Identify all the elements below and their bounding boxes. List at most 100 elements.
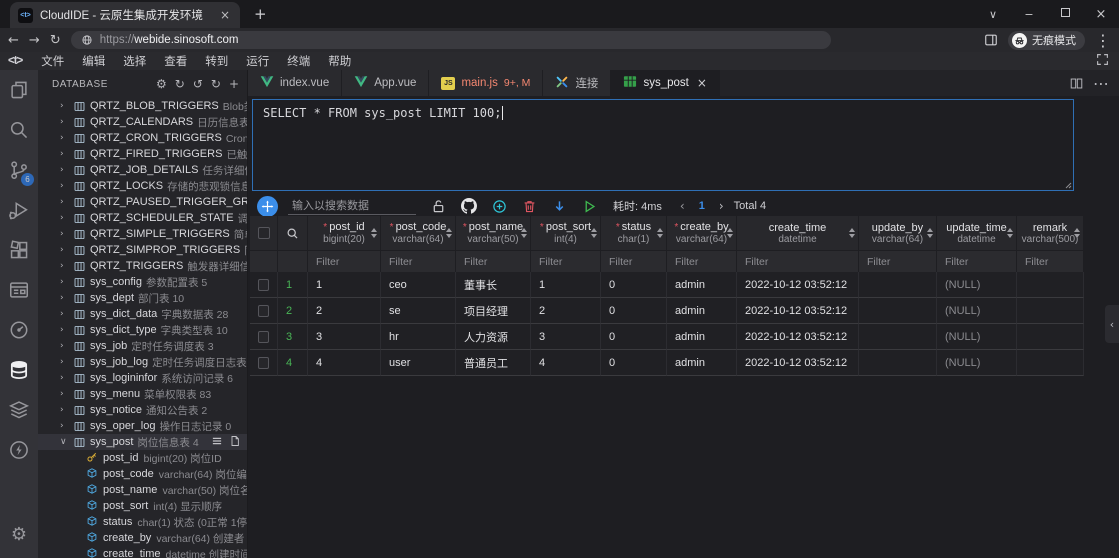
tree-field-post_id[interactable]: post_idbigint(20) 岗位ID: [38, 450, 247, 466]
tree-table-sys_dept[interactable]: ›sys_dept部门表 10: [38, 290, 247, 306]
cell-create_by[interactable]: admin: [667, 350, 737, 376]
table-row[interactable]: 22se项目经理20admin2022-10-12 03:52:12(NULL): [250, 298, 1084, 324]
cell-update_time[interactable]: (NULL): [937, 350, 1017, 376]
tree-table-sys_dict_type[interactable]: ›sys_dict_type字典类型表 10: [38, 322, 247, 338]
row-checkbox[interactable]: [258, 279, 269, 291]
cell-create_time[interactable]: 2022-10-12 03:52:12: [737, 350, 859, 376]
sort-icon[interactable]: [446, 228, 452, 238]
tree-table-QRTZ_FIRED_TRIGGERS[interactable]: ›QRTZ_FIRED_TRIGGERS已触发的触...: [38, 146, 247, 162]
url-bar[interactable]: https://webide.sinosoft.com: [71, 31, 831, 49]
cell-post_sort[interactable]: 2: [531, 298, 601, 324]
timer-icon[interactable]: [0, 310, 38, 350]
tree-table-sys_menu[interactable]: ›sys_menu菜单权限表 83: [38, 386, 247, 402]
sort-icon[interactable]: [591, 228, 597, 238]
tree-table-QRTZ_CRON_TRIGGERS[interactable]: ›QRTZ_CRON_TRIGGERSCron类型...: [38, 130, 247, 146]
reload-button[interactable]: ↻: [50, 33, 61, 48]
tab-index.vue[interactable]: index.vue: [248, 70, 342, 96]
layers-icon[interactable]: [0, 390, 38, 430]
cell-create_time[interactable]: 2022-10-12 03:52:12: [737, 272, 859, 298]
tree-field-create_time[interactable]: create_timedatetime 创建时间: [38, 546, 247, 558]
sort-icon[interactable]: [1007, 228, 1013, 238]
cell-post_id[interactable]: 2: [308, 298, 381, 324]
row-search-icon[interactable]: [278, 216, 308, 250]
move-button[interactable]: [257, 196, 278, 217]
tree-table-sys_dict_data[interactable]: ›sys_dict_data字典数据表 28: [38, 306, 247, 322]
row-checkbox[interactable]: [258, 331, 269, 343]
col-header-update_time[interactable]: update_timedatetime: [937, 216, 1017, 250]
chevron-right-icon[interactable]: ›: [60, 309, 69, 319]
extensions-icon[interactable]: [0, 230, 38, 270]
table-row[interactable]: 44user普通员工40admin2022-10-12 03:52:12(NUL…: [250, 350, 1084, 376]
sql-editor[interactable]: SELECT * FROM sys_post LIMIT 100;: [252, 99, 1074, 191]
power-icon[interactable]: [0, 430, 38, 470]
page-prev-icon[interactable]: ‹: [680, 199, 685, 213]
window-minimize-button[interactable]: −: [1011, 8, 1047, 21]
cell-update_time[interactable]: (NULL): [937, 324, 1017, 350]
browser-menu-chevron-icon[interactable]: ∨: [975, 8, 1011, 21]
database-icon[interactable]: [0, 350, 38, 390]
col-header-update_by[interactable]: update_byvarchar(64): [859, 216, 937, 250]
panel-refresh-icon[interactable]: ↻: [175, 77, 185, 91]
chevron-right-icon[interactable]: ›: [60, 117, 69, 127]
window-maximize-button[interactable]: [1047, 8, 1083, 20]
unlock-icon[interactable]: [431, 199, 446, 214]
cell-create_time[interactable]: 2022-10-12 03:52:12: [737, 324, 859, 350]
tree-table-QRTZ_JOB_DETAILS[interactable]: ›QRTZ_JOB_DETAILS任务详细信息...: [38, 162, 247, 178]
tree-table-QRTZ_SIMPROP_TRIGGERS[interactable]: ›QRTZ_SIMPROP_TRIGGERS同步机...: [38, 242, 247, 258]
cell-post_code[interactable]: user: [381, 350, 456, 376]
forward-button[interactable]: →: [29, 33, 40, 48]
cell-create_by[interactable]: admin: [667, 324, 737, 350]
cell-update_by[interactable]: [859, 298, 937, 324]
chevron-right-icon[interactable]: ›: [60, 389, 69, 399]
tree-table-sys_oper_log[interactable]: ›sys_oper_log操作日志记录 0: [38, 418, 247, 434]
preview-window-icon[interactable]: [0, 270, 38, 310]
resize-handle[interactable]: [1064, 181, 1072, 189]
cell-update_time[interactable]: (NULL): [937, 298, 1017, 324]
chevron-right-icon[interactable]: ›: [60, 341, 69, 351]
chevron-right-icon[interactable]: ›: [60, 133, 69, 143]
settings-gear-icon[interactable]: ⚙: [0, 514, 38, 554]
cell-remark[interactable]: [1017, 350, 1084, 376]
col-header-post_code[interactable]: *post_codevarchar(64): [381, 216, 456, 250]
table-row[interactable]: 11ceo董事长10admin2022-10-12 03:52:12(NULL): [250, 272, 1084, 298]
cell-post_sort[interactable]: 3: [531, 324, 601, 350]
split-editor-icon[interactable]: [1070, 77, 1083, 90]
col-header-post_id[interactable]: *post_idbigint(20): [308, 216, 381, 250]
tree-table-QRTZ_TRIGGERS[interactable]: ›QRTZ_TRIGGERS触发器详细信息表 3: [38, 258, 247, 274]
cell-post_name[interactable]: 项目经理: [456, 298, 531, 324]
tab-sys_post[interactable]: sys_post×: [611, 70, 719, 96]
cell-create_by[interactable]: admin: [667, 298, 737, 324]
panel-add-icon[interactable]: +: [229, 77, 239, 91]
tree-field-create_by[interactable]: create_byvarchar(64) 创建者: [38, 530, 247, 546]
cell-post_code[interactable]: ceo: [381, 272, 456, 298]
menu-item-运行[interactable]: 运行: [237, 53, 278, 69]
tree-table-QRTZ_SCHEDULER_STATE[interactable]: ›QRTZ_SCHEDULER_STATE调度器状...: [38, 210, 247, 226]
tree-table-sys_notice[interactable]: ›sys_notice通知公告表 2: [38, 402, 247, 418]
editor-more-actions-icon[interactable]: ⋯: [1093, 74, 1109, 93]
chevron-right-icon[interactable]: ›: [60, 405, 69, 415]
tab-main.js[interactable]: JSmain.js9+, M: [429, 70, 543, 96]
chevron-right-icon[interactable]: ›: [60, 373, 69, 383]
tab-close-icon[interactable]: ×: [218, 8, 232, 22]
tree-table-sys_job_log[interactable]: ›sys_job_log定时任务调度日志表 0: [38, 354, 247, 370]
new-query-icon[interactable]: [229, 435, 241, 450]
row-checkbox[interactable]: [258, 305, 269, 317]
sort-icon[interactable]: [657, 228, 663, 238]
search-icon[interactable]: [0, 110, 38, 150]
tree-field-post_sort[interactable]: post_sortint(4) 显示顺序: [38, 498, 247, 514]
data-search-input[interactable]: [288, 198, 416, 215]
tab-连接[interactable]: 连接: [543, 70, 611, 96]
cell-status[interactable]: 0: [601, 324, 667, 350]
row-checkbox[interactable]: [258, 227, 270, 239]
fullscreen-icon[interactable]: [1096, 53, 1109, 69]
sort-icon[interactable]: [521, 228, 527, 238]
menu-item-转到[interactable]: 转到: [196, 53, 237, 69]
window-close-button[interactable]: ×: [1083, 7, 1119, 22]
source-control-icon[interactable]: 6: [0, 150, 38, 190]
chevron-right-icon[interactable]: ›: [60, 229, 69, 239]
menu-item-编辑[interactable]: 编辑: [73, 53, 114, 69]
page-next-icon[interactable]: ›: [719, 199, 724, 213]
sort-icon[interactable]: [849, 228, 855, 238]
tree-field-post_name[interactable]: post_namevarchar(50) 岗位名称: [38, 482, 247, 498]
sort-icon[interactable]: [371, 228, 377, 238]
